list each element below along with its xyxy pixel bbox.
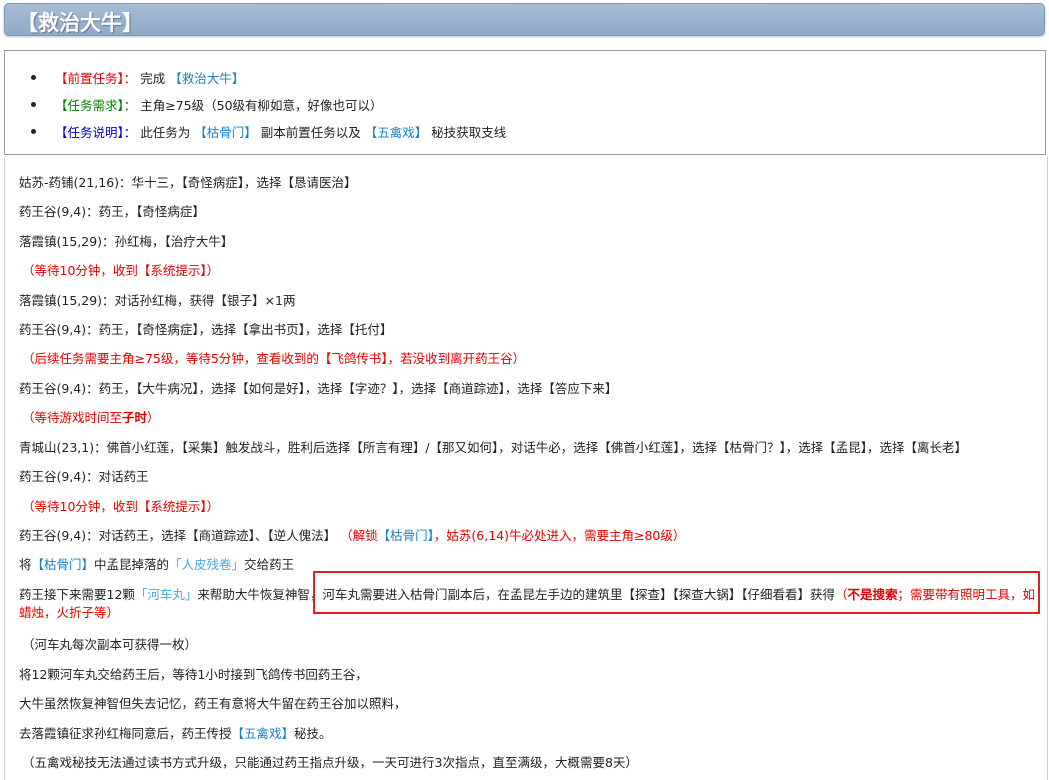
step-10: 将【枯骨门】中孟昆掉落的「人皮残卷」交给药王 xyxy=(19,554,294,573)
step-9: 药王谷(9,4)：对话药王，选择【商道踪迹】、【逆人傀法】 （解锁【枯骨门】，姑… xyxy=(19,525,685,544)
note-4: （等待10分钟，收到【系统提示】） xyxy=(22,499,220,514)
wuqinxi-link[interactable]: 【五禽戏】 xyxy=(365,125,428,140)
step-15-text-a: 去落霞镇征求孙红梅同意后，药王传授 xyxy=(19,726,232,741)
requirement-label: 【任务需求】： xyxy=(55,98,137,113)
prereq-text: 完成 xyxy=(140,71,166,86)
step-9-note-a: （解锁 xyxy=(340,528,378,543)
step-5: 药王谷(9,4)：药王，【奇怪病症】，选择【拿出书页】，选择【托付】 xyxy=(19,322,393,337)
prereq-label: 【前置任务】： xyxy=(55,71,137,86)
description-label: 【任务说明】： xyxy=(55,125,137,140)
step-11-item: 「河车丸」 xyxy=(134,587,198,602)
step-14: 大牛虽然恢复神智但失去记忆，药王有意将大牛留在药王谷加以照料， xyxy=(19,696,407,711)
step-11-text-a: 药王接下来需要12颗 xyxy=(19,587,135,602)
feige-link[interactable]: 【飞鸽传书】 xyxy=(319,351,388,366)
page-title: 【救治大牛】 xyxy=(17,11,143,35)
step-9-note-c: ，姑苏(6,14)牛必处进入，需要主角≥80级） xyxy=(433,528,686,543)
step-12: （河车丸每次副本可获得一枚） xyxy=(22,637,198,652)
description-text-3: 秘技获取支线 xyxy=(431,125,507,140)
prereq-item: 【前置任务】： 完成 【救治大牛】 xyxy=(30,68,244,87)
step-10-kugumen-link[interactable]: 【枯骨门】 xyxy=(32,557,95,572)
note-3-text-a: （等待游戏时间至 xyxy=(22,410,123,425)
step-15-text-c: 秘技。 xyxy=(294,726,332,741)
description-text-1: 此任务为 xyxy=(140,125,191,140)
step-10-text-a: 将 xyxy=(19,557,32,572)
note-2-text-a: （后续任务需要主角≥75级，等待5分钟，查看收到的 xyxy=(22,351,319,366)
prereq-link[interactable]: 【救治大牛】 xyxy=(169,71,244,86)
step-3: 落霞镇(15,29)：孙红梅，【治疗大牛】 xyxy=(19,234,234,249)
note-3-bold: 子时 xyxy=(122,410,148,425)
step-16: （五禽戏秘技无法通过读书方式升级，只能通过药王指点升级，一天可进行3次指点，直至… xyxy=(22,755,638,770)
note-1: （等待10分钟，收到【系统提示】） xyxy=(22,263,220,278)
description-text-2: 副本前置任务以及 xyxy=(260,125,361,140)
step-11-text-c: 来帮助大牛恢复神智 xyxy=(197,587,310,602)
kugumen-link[interactable]: 【枯骨门】 xyxy=(194,125,257,140)
step-6: 药王谷(9,4)：药王，【大牛病况】，选择【如何是好】，选择【字迹？】，选择【商… xyxy=(19,381,618,396)
note-2-text-c: ，若没收到离开药王谷） xyxy=(387,351,526,366)
step-15: 去落霞镇征求孙红梅同意后，药王传授【五禽戏】秘技。 xyxy=(19,723,332,742)
step-10-text-e: 交给药王 xyxy=(244,557,295,572)
step-7: 青城山(23,1)：佛首小红莲，【采集】触发战斗，胜利后选择【所言有理】/【那又… xyxy=(19,440,968,455)
description-item: 【任务说明】： 此任务为 【枯骨门】 副本前置任务以及 【五禽戏】 秘技获取支线 xyxy=(30,122,507,141)
step-10-text-c: 中孟昆掉落的 xyxy=(94,557,170,572)
step-10-item: 「人皮残卷」 xyxy=(169,557,245,572)
title-bar: 【救治大牛】 xyxy=(4,3,1045,36)
note-2: （后续任务需要主角≥75级，等待5分钟，查看收到的【飞鸽传书】，若没收到离开药王… xyxy=(22,348,525,367)
requirement-item: 【任务需求】： 主角≥75级（50级有柳如意，好像也可以） xyxy=(31,95,383,114)
step-8: 药王谷(9,4)：对话药王 xyxy=(19,469,149,484)
step-2: 药王谷(9,4)：药王，【奇怪病症】 xyxy=(19,204,205,219)
step-9-text: 药王谷(9,4)：对话药王，选择【商道踪迹】、【逆人傀法】 xyxy=(19,528,337,543)
task-info-box: 【前置任务】： 完成 【救治大牛】 【任务需求】： 主角≥75级（50级有柳如意… xyxy=(4,50,1046,155)
highlight-box xyxy=(313,571,1040,614)
step-13: 将12颗河车丸交给药王后，等待1小时接到飞鸽传书回药王谷， xyxy=(19,667,368,682)
step-15-wuqinxi-link[interactable]: 【五禽戏】 xyxy=(232,726,295,741)
step-4: 落霞镇(15,29)：对话孙红梅，获得【银子】×1两 xyxy=(19,293,296,308)
note-3: （等待游戏时间至子时） xyxy=(22,407,160,426)
step-1: 姑苏-药铺(21,16)：华十三，【奇怪病症】，选择【恳请医治】 xyxy=(19,175,357,190)
step-9-kugumen-link[interactable]: 【枯骨门】 xyxy=(378,528,434,543)
requirement-text: 主角≥75级（50级有柳如意，好像也可以） xyxy=(140,98,383,113)
walkthrough-content xyxy=(4,157,1048,780)
note-3-text-c: ） xyxy=(147,410,160,425)
